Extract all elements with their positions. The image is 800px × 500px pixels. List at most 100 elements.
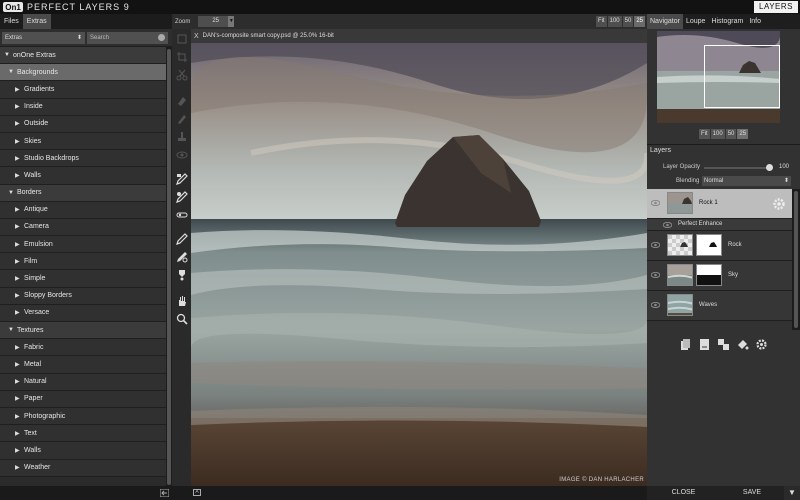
tree-item[interactable]: ▶ Text — [0, 425, 166, 443]
tree-item[interactable]: ▶ Walls — [0, 442, 166, 460]
triangle-right-icon[interactable]: ▶ — [15, 378, 21, 385]
blending-select[interactable]: Normal ⬍ — [702, 176, 791, 186]
tree-item[interactable]: ▼ Backgrounds — [0, 64, 166, 82]
brush-tool-icon[interactable] — [175, 112, 189, 126]
eye-icon[interactable] — [650, 301, 661, 309]
tree-item[interactable]: ▶ Simple — [0, 270, 166, 288]
triangle-right-icon[interactable]: ▶ — [15, 292, 21, 299]
eye-icon[interactable] — [650, 241, 661, 249]
tree-item[interactable]: ▶ Fabric — [0, 339, 166, 357]
layer-row[interactable]: Rock 1 — [647, 189, 792, 219]
close-tab-button[interactable]: X — [194, 33, 199, 40]
layer-filter-row[interactable]: Perfect Enhance — [647, 219, 792, 231]
nav-zoom-100-button[interactable]: 100 — [710, 129, 725, 139]
triangle-right-icon[interactable]: ▶ — [15, 120, 21, 127]
triangle-right-icon[interactable]: ▶ — [15, 86, 21, 93]
crop-tool-icon[interactable] — [175, 32, 189, 46]
navigator-preview[interactable] — [657, 31, 780, 123]
tree-item[interactable]: ▶ Film — [0, 253, 166, 271]
tree-item[interactable]: ▶ Outside — [0, 115, 166, 133]
zoom-fit-button[interactable]: Fit — [595, 16, 607, 27]
category-select[interactable]: Extras ⬍ — [2, 31, 85, 44]
triangle-right-icon[interactable]: ▶ — [15, 361, 21, 368]
eraser-tool-icon[interactable] — [175, 94, 189, 108]
layer-row[interactable]: Rock — [647, 231, 792, 261]
save-button[interactable]: SAVE — [720, 486, 784, 500]
tab-navigator[interactable]: Navigator — [647, 14, 683, 29]
tree-item[interactable]: ▶ Studio Backdrops — [0, 150, 166, 168]
triangle-down-icon[interactable]: ▼ — [8, 327, 14, 333]
new-layer-icon[interactable] — [679, 337, 693, 351]
image-canvas[interactable]: IMAGE © DAN HARLACHER — [191, 43, 647, 486]
chisel-tool-icon[interactable] — [175, 250, 189, 264]
scrollbar-thumb[interactable] — [167, 49, 171, 485]
close-button[interactable]: CLOSE — [647, 486, 720, 500]
eye-icon[interactable] — [650, 271, 661, 279]
scissors-tool-icon[interactable] — [175, 68, 189, 82]
triangle-right-icon[interactable]: ▶ — [15, 447, 21, 454]
tree-item[interactable]: ▶ Gradients — [0, 81, 166, 99]
fill-layer-icon[interactable] — [736, 337, 750, 351]
triangle-right-icon[interactable]: ▶ — [15, 395, 21, 402]
refine-brush-icon[interactable] — [175, 232, 189, 246]
layer-mask-thumbnail[interactable] — [696, 234, 722, 256]
opacity-value[interactable]: 100 — [779, 164, 789, 170]
masking-brush-icon[interactable] — [175, 172, 189, 186]
hand-tool-icon[interactable] — [175, 294, 189, 308]
collapse-panel-icon[interactable] — [159, 488, 170, 498]
triangle-right-icon[interactable]: ▶ — [15, 258, 21, 265]
line-mask-tool-icon[interactable] — [175, 208, 189, 222]
navigator-view-box[interactable] — [704, 45, 780, 108]
nav-zoom-fit-button[interactable]: Fit — [699, 129, 710, 139]
triangle-right-icon[interactable]: ▶ — [15, 138, 21, 145]
triangle-right-icon[interactable]: ▶ — [15, 223, 21, 230]
tab-loupe[interactable]: Loupe — [683, 14, 708, 29]
scrollbar-thumb[interactable] — [794, 191, 798, 328]
tree-item[interactable]: ▼ onOne Extras — [0, 47, 166, 65]
triangle-down-icon[interactable]: ▼ — [8, 190, 14, 196]
triangle-right-icon[interactable]: ▶ — [15, 413, 21, 420]
tree-item[interactable]: ▶ Weather — [0, 459, 166, 477]
tree-item[interactable]: ▶ Sloppy Borders — [0, 287, 166, 305]
tree-item[interactable]: ▶ Skies — [0, 132, 166, 151]
eye-icon[interactable] — [662, 221, 673, 229]
triangle-down-icon[interactable]: ▼ — [4, 52, 10, 58]
triangle-right-icon[interactable]: ▶ — [15, 103, 21, 110]
layers-scrollbar[interactable] — [792, 189, 800, 330]
tree-item[interactable]: ▶ Versace — [0, 304, 166, 322]
zoom-25-button[interactable]: 25 — [634, 16, 645, 27]
tree-item[interactable]: ▶ Camera — [0, 218, 166, 237]
save-menu-chevron-icon[interactable]: ▼ — [784, 486, 800, 500]
tab-extras[interactable]: Extras — [22, 14, 51, 29]
zoom-50-button[interactable]: 50 — [622, 16, 634, 27]
tree-item[interactable]: ▼ Textures — [0, 322, 166, 340]
triangle-right-icon[interactable]: ▶ — [15, 430, 21, 437]
preview-toggle-icon[interactable]: A — [193, 489, 201, 496]
gear-icon[interactable] — [772, 197, 786, 211]
tab-info[interactable]: Info — [746, 14, 764, 29]
layer-row[interactable]: Sky — [647, 261, 792, 291]
duplicate-layer-icon[interactable] — [698, 337, 712, 351]
triangle-right-icon[interactable]: ▶ — [15, 206, 21, 213]
triangle-right-icon[interactable]: ▶ — [15, 464, 21, 471]
stamp-tool-icon[interactable] — [175, 130, 189, 144]
tree-item[interactable]: ▶ Inside — [0, 98, 166, 116]
tree-item[interactable]: ▶ Natural — [0, 373, 166, 391]
chevron-down-icon[interactable]: ▼ — [228, 16, 235, 27]
blur-tool-icon[interactable] — [175, 268, 189, 282]
view-tool-icon[interactable] — [175, 148, 189, 162]
tree-item[interactable]: ▶ Walls — [0, 167, 166, 185]
tree-item[interactable]: ▶ Metal — [0, 356, 166, 374]
triangle-right-icon[interactable]: ▶ — [15, 155, 21, 162]
transform-tool-icon[interactable] — [175, 50, 189, 64]
opacity-slider-knob[interactable] — [766, 164, 773, 171]
nav-zoom-50-button[interactable]: 50 — [725, 129, 737, 139]
triangle-right-icon[interactable]: ▶ — [15, 344, 21, 351]
zoom-100-button[interactable]: 100 — [607, 16, 622, 27]
search-input[interactable]: Search — [87, 31, 168, 44]
tree-item[interactable]: ▼ Borders — [0, 184, 166, 202]
tab-files[interactable]: Files — [0, 14, 23, 29]
clear-search-icon[interactable] — [158, 33, 165, 41]
eye-icon[interactable] — [650, 199, 661, 207]
tree-item[interactable]: ▶ Paper — [0, 390, 166, 408]
